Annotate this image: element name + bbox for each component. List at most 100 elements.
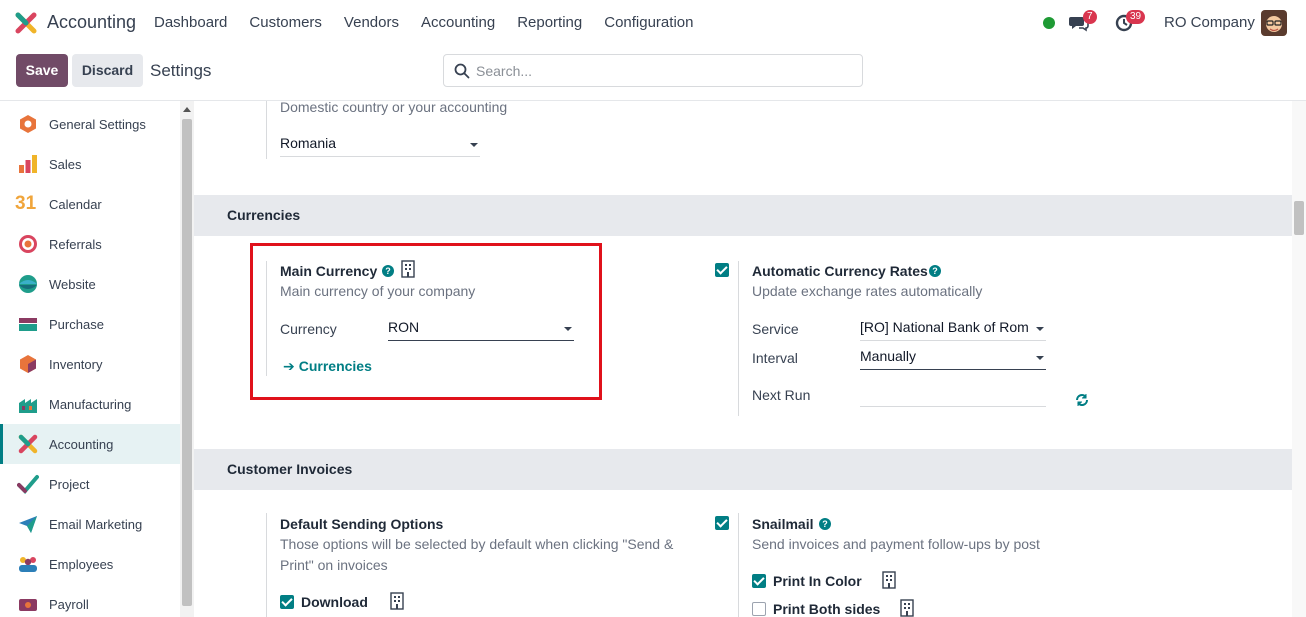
interval-select[interactable]: Manually bbox=[860, 348, 1046, 370]
sidebar-item-purchase[interactable]: Purchase bbox=[0, 304, 180, 344]
sidebar-item-label: Payroll bbox=[49, 596, 89, 612]
top-navbar: Accounting Dashboard Customers Vendors A… bbox=[0, 0, 1306, 46]
sidebar-item-label: Sales bbox=[49, 156, 82, 172]
accounting-app-icon[interactable] bbox=[15, 12, 37, 34]
company-building-icon bbox=[882, 571, 896, 589]
download-label: Download bbox=[301, 594, 368, 610]
print-color-label: Print In Color bbox=[773, 573, 862, 589]
sidebar-item-employees[interactable]: Employees bbox=[0, 544, 180, 584]
sidebar-item-inventory[interactable]: Inventory bbox=[0, 344, 180, 384]
search-input[interactable] bbox=[476, 61, 856, 81]
sales-icon bbox=[19, 155, 37, 173]
print-color-checkbox[interactable] bbox=[752, 574, 766, 588]
company-switcher[interactable]: RO Company bbox=[1164, 14, 1255, 31]
currency-select[interactable]: RON bbox=[388, 319, 574, 341]
scroll-up-icon[interactable] bbox=[183, 107, 191, 112]
fiscal-country-value: Romania bbox=[280, 135, 337, 151]
section-customer-invoices: Customer Invoices bbox=[194, 449, 1292, 490]
help-icon[interactable]: ? bbox=[819, 518, 831, 530]
company-building-icon bbox=[390, 592, 404, 610]
currency-value: RON bbox=[388, 319, 420, 335]
next-run-label: Next Run bbox=[752, 387, 811, 403]
fiscal-country-select[interactable]: Romania bbox=[280, 135, 480, 157]
sidebar-item-email-marketing[interactable]: Email Marketing bbox=[0, 504, 180, 544]
auto-rates-checkbox[interactable] bbox=[715, 263, 729, 277]
content-scrollbar[interactable] bbox=[1292, 101, 1306, 617]
chevron-down-icon bbox=[470, 143, 478, 147]
service-value: [RO] National Bank of Rom bbox=[860, 319, 1029, 335]
sidebar-item-manufacturing[interactable]: Manufacturing bbox=[0, 384, 180, 424]
next-run-input[interactable] bbox=[860, 385, 1046, 407]
sidebar-item-accounting[interactable]: Accounting bbox=[0, 424, 180, 464]
setting-divider bbox=[266, 513, 267, 617]
download-checkbox[interactable] bbox=[280, 595, 294, 609]
default-sending-description-1: Those options will be selected by defaul… bbox=[280, 536, 674, 552]
print-both-sides-checkbox[interactable] bbox=[752, 602, 766, 616]
sidebar-item-label: Project bbox=[49, 476, 90, 492]
interval-value: Manually bbox=[860, 348, 917, 364]
sidebar-item-website[interactable]: Website bbox=[0, 264, 180, 304]
sidebar-item-general-settings[interactable]: General Settings bbox=[0, 104, 180, 144]
currencies-link[interactable]: ➔ Currencies bbox=[283, 358, 372, 375]
sidebar-item-project[interactable]: Project bbox=[0, 464, 180, 504]
sidebar-scroll-thumb[interactable] bbox=[182, 119, 192, 606]
page-title: Settings bbox=[150, 61, 212, 80]
menu-dashboard[interactable]: Dashboard bbox=[154, 14, 227, 31]
sidebar-item-label: Employees bbox=[49, 556, 114, 572]
auto-rates-description: Update exchange rates automatically bbox=[752, 283, 983, 299]
chevron-down-icon bbox=[1036, 356, 1044, 360]
purchase-icon bbox=[19, 318, 37, 331]
company-building-icon bbox=[401, 260, 415, 278]
auto-rates-title: Automatic Currency Rates bbox=[752, 263, 928, 279]
sidebar-item-payroll[interactable]: Payroll bbox=[0, 584, 180, 617]
discard-button[interactable]: Discard bbox=[72, 54, 143, 87]
chevron-down-icon bbox=[1036, 327, 1044, 331]
help-icon[interactable]: ? bbox=[382, 265, 394, 277]
arrow-right-icon: ➔ bbox=[283, 358, 295, 374]
sidebar-item-label: Purchase bbox=[49, 316, 104, 332]
sidebar-item-label: Manufacturing bbox=[49, 396, 132, 412]
snailmail-title: Snailmail bbox=[752, 516, 814, 532]
save-button[interactable]: Save bbox=[16, 54, 68, 87]
payroll-icon bbox=[19, 599, 37, 611]
sidebar-item-label: Calendar bbox=[49, 196, 102, 212]
sidebar-item-label: Email Marketing bbox=[49, 516, 143, 532]
currency-label: Currency bbox=[280, 321, 337, 337]
snailmail-description: Send invoices and payment follow-ups by … bbox=[752, 536, 1040, 552]
interval-label: Interval bbox=[752, 350, 798, 366]
setting-divider bbox=[266, 261, 267, 376]
app-name[interactable]: Accounting bbox=[47, 12, 136, 33]
menu-accounting[interactable]: Accounting bbox=[421, 14, 495, 31]
service-select[interactable]: [RO] National Bank of Rom bbox=[860, 319, 1046, 341]
menu-reporting[interactable]: Reporting bbox=[517, 14, 582, 31]
menu-configuration[interactable]: Configuration bbox=[604, 14, 693, 31]
section-currencies: Currencies bbox=[194, 195, 1292, 236]
user-avatar[interactable] bbox=[1261, 10, 1287, 36]
messages-badge: 7 bbox=[1083, 10, 1097, 24]
referrals-icon bbox=[19, 235, 37, 253]
sidebar-item-label: General Settings bbox=[49, 116, 146, 132]
fiscal-country-description: Domestic country or your accounting bbox=[280, 101, 508, 115]
settings-sidebar: General Settings Sales 31 Calendar Refer… bbox=[0, 101, 180, 617]
main-menu: Dashboard Customers Vendors Accounting R… bbox=[154, 14, 715, 31]
email-marketing-icon bbox=[19, 516, 37, 533]
print-both-sides-label: Print Both sides bbox=[773, 601, 881, 617]
refresh-icon[interactable] bbox=[1075, 393, 1089, 407]
manufacturing-icon bbox=[19, 399, 37, 413]
sidebar-item-label: Referrals bbox=[49, 236, 102, 252]
help-icon[interactable]: ? bbox=[929, 265, 941, 277]
content-scroll-thumb[interactable] bbox=[1294, 201, 1304, 235]
search-box[interactable] bbox=[443, 54, 863, 87]
chevron-down-icon bbox=[564, 327, 572, 331]
sidebar-item-calendar[interactable]: 31 Calendar bbox=[0, 184, 180, 224]
sidebar-scrollbar[interactable] bbox=[180, 101, 194, 617]
currencies-link-label: Currencies bbox=[298, 358, 372, 374]
calendar-icon: 31 bbox=[15, 193, 37, 214]
setting-divider bbox=[738, 513, 739, 617]
main-currency-description: Main currency of your company bbox=[280, 283, 476, 299]
sidebar-item-referrals[interactable]: Referrals bbox=[0, 224, 180, 264]
menu-vendors[interactable]: Vendors bbox=[344, 14, 399, 31]
snailmail-checkbox[interactable] bbox=[715, 516, 729, 530]
menu-customers[interactable]: Customers bbox=[249, 14, 322, 31]
sidebar-item-sales[interactable]: Sales bbox=[0, 144, 180, 184]
